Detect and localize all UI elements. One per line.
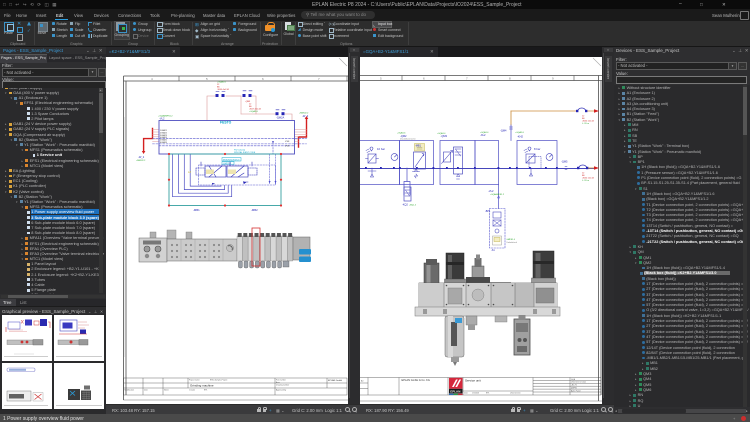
svg-text:8 bar: 8 bar <box>534 147 540 151</box>
svg-text:Creator: Creator <box>189 389 195 392</box>
svg-text:EPL: EPL <box>486 393 489 395</box>
svg-text:Umleitdruck: Umleitdruck <box>507 241 518 244</box>
svg-text:+GQA&MFS1.2: +GQA&MFS1.2 <box>490 193 505 196</box>
svg-text:-QM5: -QM5 <box>561 160 568 164</box>
svg-text:-W_2: -W_2 <box>138 155 145 159</box>
svg-text:EPLAN: EPLAN <box>450 390 460 394</box>
svg-text:Name: Name <box>164 390 169 392</box>
svg-text:-KH2: -KH2 <box>517 135 523 139</box>
svg-text:LZ: LZ <box>188 170 191 174</box>
svg-text:+GQA1.6: +GQA1.6 <box>249 110 259 113</box>
svg-text:Modification: Modification <box>125 389 135 392</box>
svg-text:10 bar: 10 bar <box>377 147 385 151</box>
svg-text:-VL2: -VL2 <box>159 117 165 121</box>
svg-text:Apttr. Panel: Apttr. Panel <box>571 389 581 392</box>
svg-text:&MFS1: &MFS1 <box>571 388 577 390</box>
svg-text:-W16 4x0.34: -W16 4x0.34 <box>217 89 230 91</box>
svg-text:-MB1: -MB1 <box>415 145 422 148</box>
svg-text:+GQA1.4: +GQA1.4 <box>480 131 489 134</box>
svg-text:Grinding machine: Grinding machine <box>190 384 214 388</box>
svg-text:Drawing number: Drawing number <box>276 385 290 387</box>
svg-text:-QM2A: -QM2A <box>276 116 284 120</box>
svg-text:Approved by: Approved by <box>276 389 286 392</box>
svg-text:-KQ2: -KQ2 <box>402 204 408 207</box>
svg-text:L: 20 m: L: 20 m <box>582 123 589 125</box>
svg-text:-MB2: -MB2 <box>251 208 258 212</box>
svg-text:Ad: Ad <box>361 380 363 383</box>
svg-text:EPLAN GmbH & Co. KG: EPLAN GmbH & Co. KG <box>402 378 430 382</box>
svg-text:Unterstrichen: Unterstrichen <box>510 392 521 395</box>
svg-text:Date: Date <box>464 392 468 395</box>
svg-text:1/1/2023: 1/1/2023 <box>472 393 479 395</box>
svg-text:QM22-X: QM22-X <box>223 163 232 165</box>
svg-text:FESTO: FESTO <box>220 121 232 125</box>
svg-text:+GQA1.6: +GQA1.6 <box>515 131 525 134</box>
svg-text:-VL2: -VL2 <box>488 189 494 193</box>
svg-text:+MM1/2.2: +MM1/2.2 <box>136 160 146 162</box>
svg-text:EPLAN GmbH: EPLAN GmbH <box>328 379 343 382</box>
svg-text:Druckluft-versorter: Druckluft-versorter <box>400 138 416 141</box>
svg-text:-MB1: -MB1 <box>193 208 200 212</box>
svg-text:-QM4: -QM4 <box>500 129 507 133</box>
svg-text:ESS_Sample_Project: ESS_Sample_Project <box>210 379 228 382</box>
svg-text:+GQA1.4: +GQA1.4 <box>437 132 446 135</box>
svg-text:-QM2: -QM2 <box>400 134 407 138</box>
svg-text:Unterstrich el state: Unterstrich el state <box>571 381 586 384</box>
svg-text:Area: Area <box>276 381 280 384</box>
svg-text:MOUNT24VDC3: MOUNT24VDC3 <box>223 159 240 161</box>
svg-text:6:MA26: 6:MA26 <box>160 141 168 144</box>
svg-text:+GQA1.6: +GQA1.6 <box>217 81 227 84</box>
svg-text:-W_3: -W_3 <box>302 114 309 118</box>
svg-text:L: 20 m: L: 20 m <box>582 180 589 182</box>
svg-text:Service unit: Service unit <box>465 379 481 383</box>
svg-text:+GQA1.6: +GQA1.6 <box>397 132 406 135</box>
svg-text:EPL: EPL <box>204 390 207 392</box>
svg-text:+BQ1.4: +BQ1.4 <box>409 205 417 207</box>
svg-text:+B2-Y1: +B2-Y1 <box>571 385 577 387</box>
svg-text:Project name: Project name <box>189 379 200 382</box>
svg-text:Date: Date <box>144 389 148 392</box>
svg-text:-S1: -S1 <box>491 249 495 252</box>
svg-text:&MFS1.4: &MFS1.4 <box>507 239 516 241</box>
svg-text:-BP1: -BP1 <box>485 210 491 213</box>
